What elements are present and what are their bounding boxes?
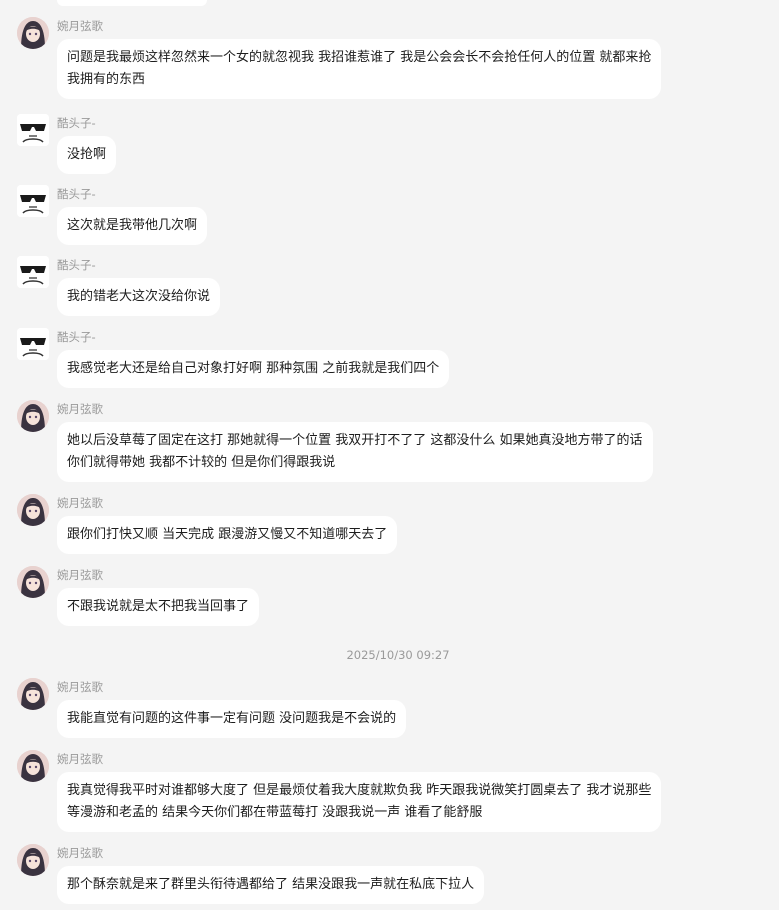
message-bubble[interactable]: 我能直觉有问题的这件事一定有问题 没问题我是不会说的 — [57, 700, 407, 738]
sender-name: 婉月弦歌 — [57, 680, 103, 694]
message-bubble[interactable]: 跟你们打快又顺 当天完成 跟漫游又慢又不知道哪天去了 — [57, 516, 398, 554]
timestamp-divider: 2025/10/30 09:27 — [346, 648, 450, 662]
sender-name: 婉月弦歌 — [57, 846, 103, 860]
message-bubble[interactable]: 她以后没草莓了固定在这打 那她就得一个位置 我双开打不了了 这都没什么 如果她真… — [57, 422, 653, 482]
message-bubble[interactable]: 没抢啊 — [57, 136, 117, 174]
girl-avatar[interactable] — [17, 844, 49, 876]
girl-avatar[interactable] — [17, 400, 49, 432]
girl-avatar[interactable] — [17, 494, 49, 526]
message-line: 我真觉得我平时对谁都够大度了 但是最烦仗着我大度就欺负我 昨天跟我说微笑打圆桌去… — [67, 783, 652, 798]
message-bubble[interactable]: 我的错老大这次没给你说 — [57, 278, 221, 316]
message-line: 我感觉老大还是给自己对象打好啊 那种氛围 之前我就是我们四个 — [67, 361, 440, 376]
message-line: 那个酥奈就是来了群里头衔待遇都给了 结果没跟我一声就在私底下拉人 — [67, 877, 475, 892]
message-line: 等漫游和老孟的 结果今天你们都在带蓝莓打 没跟我说一声 谁看了能舒服 — [67, 805, 483, 820]
message-bubble[interactable]: 那个酥奈就是来了群里头衔待遇都给了 结果没跟我一声就在私底下拉人 — [57, 866, 485, 904]
sender-name: 婉月弦歌 — [57, 402, 103, 416]
girl-avatar[interactable] — [17, 678, 49, 710]
sender-name: 婉月弦歌 — [57, 496, 103, 510]
sender-name: 酷头子- — [57, 258, 96, 272]
message-line: 我能直觉有问题的这件事一定有问题 没问题我是不会说的 — [67, 711, 397, 726]
girl-avatar[interactable] — [17, 566, 49, 598]
message-line: 这次就是我带他几次啊 — [67, 218, 198, 233]
sender-name: 酷头子- — [57, 187, 96, 201]
message-bubble[interactable]: 问题是我最烦这样忽然来一个女的就忽视我 我招谁惹谁了 我是公会会长不会抢任何人的… — [57, 39, 662, 99]
message-bubble[interactable]: 我真觉得我平时对谁都够大度了 但是最烦仗着我大度就欺负我 昨天跟我说微笑打圆桌去… — [57, 772, 662, 832]
message-line: 跟你们打快又顺 当天完成 跟漫游又慢又不知道哪天去了 — [67, 527, 388, 542]
message-line: 她以后没草莓了固定在这打 那她就得一个位置 我双开打不了了 这都没什么 如果她真… — [67, 433, 643, 448]
sender-name: 酷头子- — [57, 116, 96, 130]
sunglasses-avatar[interactable] — [17, 114, 49, 146]
sender-name: 酷头子- — [57, 330, 96, 344]
message-line: 不跟我说就是太不把我当回事了 — [67, 599, 250, 614]
message-line: 我的错老大这次没给你说 — [67, 289, 211, 304]
sunglasses-avatar[interactable] — [17, 256, 49, 288]
message-line: 我拥有的东西 — [67, 72, 146, 87]
message-line: 你们就得带她 我都不计较的 但是你们得跟我说 — [67, 455, 336, 470]
message-bubble[interactable]: 我感觉老大还是给自己对象打好啊 那种氛围 之前我就是我们四个 — [57, 350, 450, 388]
sender-name: 婉月弦歌 — [57, 752, 103, 766]
message-line: 问题是我最烦这样忽然来一个女的就忽视我 我招谁惹谁了 我是公会会长不会抢任何人的… — [67, 50, 652, 65]
sunglasses-avatar[interactable] — [17, 328, 49, 360]
message-bubble[interactable]: 不跟我说就是太不把我当回事了 — [57, 588, 260, 626]
girl-avatar[interactable] — [17, 750, 49, 782]
sender-name: 婉月弦歌 — [57, 568, 103, 582]
message-bubble[interactable]: 这次就是我带他几次啊 — [57, 207, 208, 245]
sunglasses-avatar[interactable] — [17, 185, 49, 217]
message-line: 没抢啊 — [67, 147, 107, 162]
previous-message-bubble — [57, 0, 207, 6]
sender-name: 婉月弦歌 — [57, 19, 103, 33]
girl-avatar[interactable] — [17, 17, 49, 49]
